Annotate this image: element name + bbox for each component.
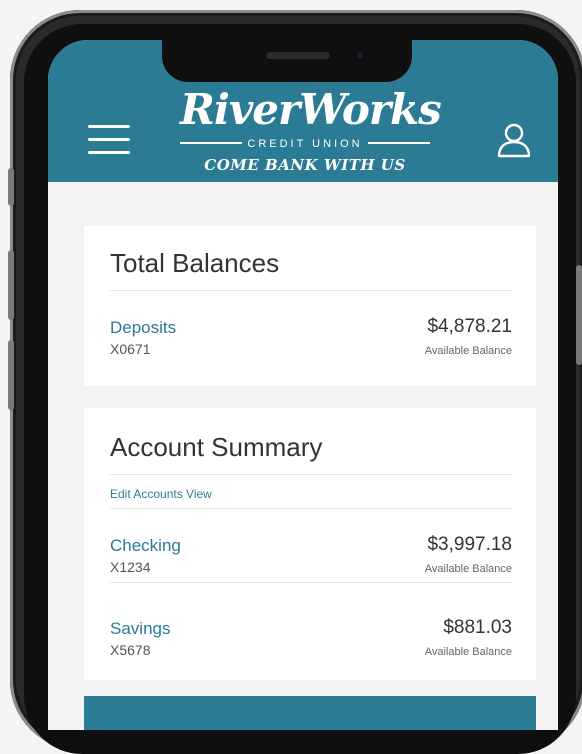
speaker-grille [266, 52, 330, 59]
account-summary-title: Account Summary [110, 432, 323, 462]
account-balance: $4,878.21 [427, 316, 512, 337]
brand-subtitle-text: CREDIT UNION [247, 138, 363, 150]
phone-screen: RiverWorks CREDIT UNION COME BANK WITH U… [48, 40, 558, 730]
account-summary-card: Account Summary Edit Accounts View Check… [84, 408, 536, 680]
account-name[interactable]: Checking [110, 536, 181, 556]
account-row-checking[interactable]: Checking X1234 $3,997.18 Available Balan… [110, 534, 512, 586]
account-row-deposits[interactable]: Deposits X0671 $4,878.21 Available Balan… [110, 316, 512, 368]
divider [110, 290, 512, 291]
account-row-savings[interactable]: Savings X5678 $881.03 Available Balance [110, 617, 512, 669]
hamburger-menu-icon[interactable] [88, 125, 130, 157]
account-balance: $881.03 [443, 617, 512, 638]
next-section-card [84, 696, 536, 730]
brand-name: RiverWorks [180, 85, 442, 134]
volume-up-button [8, 250, 14, 320]
mute-switch [8, 168, 14, 206]
account-balance: $3,997.18 [427, 534, 512, 555]
balance-caption: Available Balance [424, 563, 512, 575]
volume-down-button [8, 340, 14, 410]
user-profile-icon[interactable] [496, 122, 532, 160]
main-content: Total Balances Deposits X0671 $4,878.21 … [48, 182, 558, 730]
balance-caption: Available Balance [424, 646, 512, 658]
power-button [576, 265, 582, 365]
divider [110, 474, 512, 475]
brand-logo: RiverWorks CREDIT UNION COME BANK WITH U… [180, 85, 442, 180]
brand-subtitle: CREDIT UNION [180, 134, 430, 150]
account-number: X5678 [110, 642, 151, 658]
account-name[interactable]: Savings [110, 619, 170, 639]
account-number: X1234 [110, 559, 151, 575]
balance-caption: Available Balance [424, 345, 512, 357]
divider [110, 508, 512, 509]
front-camera [354, 49, 366, 61]
phone-notch [162, 40, 412, 82]
divider [110, 582, 512, 583]
brand-tagline: COME BANK WITH US [204, 156, 406, 174]
total-balances-card: Total Balances Deposits X0671 $4,878.21 … [84, 226, 536, 386]
account-name[interactable]: Deposits [110, 318, 176, 338]
account-number: X0671 [110, 341, 151, 357]
total-balances-title: Total Balances [110, 248, 280, 278]
edit-accounts-view-link[interactable]: Edit Accounts View [110, 487, 212, 501]
